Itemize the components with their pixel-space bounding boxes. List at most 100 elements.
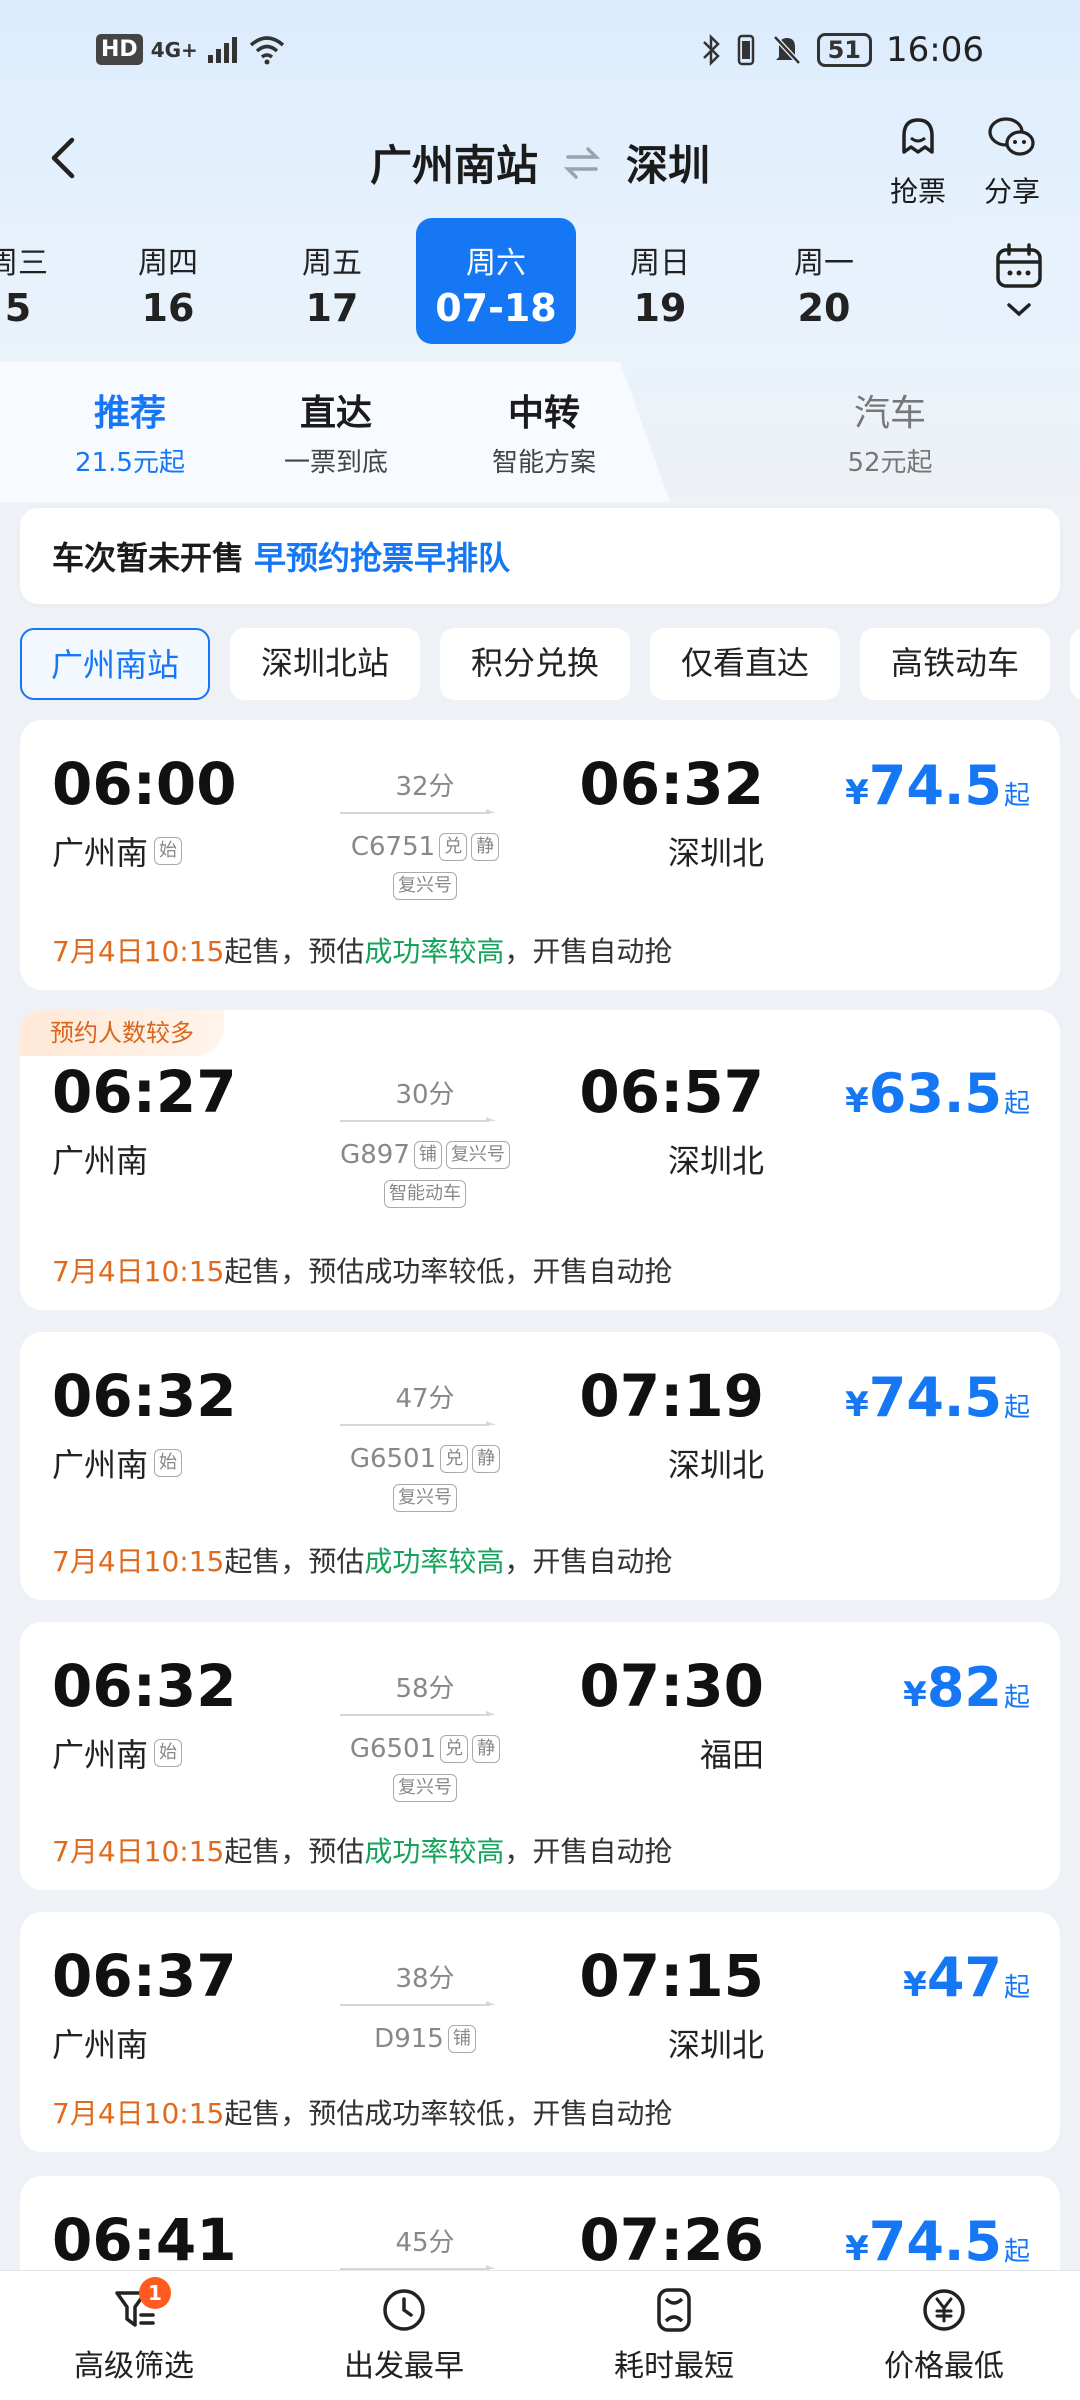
train-type-tag: 复兴号 [393, 1774, 457, 1802]
train-code: C6751 [350, 832, 436, 862]
tab-recommend[interactable]: 推荐 21.5元起 [40, 384, 220, 479]
category-tabs: 推荐 21.5元起 直达 一票到底 中转 智能方案 汽车 52元起 [0, 362, 1080, 502]
departure-time: 06:27 [52, 1058, 237, 1126]
clock-icon [383, 2289, 425, 2331]
price: ¥ 82 起 [903, 1656, 1030, 1719]
train-type-tag: 智能动车 [384, 1180, 466, 1208]
price-suffix: 起 [1003, 1683, 1030, 1713]
filter-count-badge: 1 [139, 2277, 171, 2309]
price: ¥ 63.5 起 [845, 1062, 1030, 1125]
arrival-time: 07:30 [579, 1652, 764, 1720]
advanced-filter-button[interactable]: 1 高级筛选 [34, 2277, 234, 2385]
presale-info: 7月4日10:15起售，预估成功率较低，开售自动抢 [52, 1250, 672, 1290]
price-currency: ¥ [845, 1081, 869, 1121]
calendar-button[interactable] [950, 218, 1080, 344]
direction-arrow-icon [340, 1421, 496, 1426]
train-type-row: 复兴号 [300, 1774, 550, 1802]
chip-guangzhou-south[interactable]: 广州南站 [20, 628, 210, 700]
price: ¥ 74.5 起 [845, 2210, 1030, 2273]
to-station[interactable]: 深圳 [626, 132, 710, 193]
sort-earliest-button[interactable]: 出发最早 [304, 2285, 504, 2385]
tab-title: 直达 [299, 393, 372, 434]
date-weekday: 周四 [138, 246, 198, 281]
train-tag: 铺 [447, 2025, 476, 2053]
success-rate: 成功率较低 [364, 1255, 505, 1288]
chip-direct-only[interactable]: 仅看直达 [650, 628, 840, 700]
share-button[interactable]: 分享 [972, 114, 1052, 210]
train-card[interactable]: 06:32 07:19 47分 广州南始深圳北 G6501 兑静复兴号 ¥ 74.5 起 … [20, 1332, 1060, 1600]
presale-time: 7月4日10:15 [52, 1545, 225, 1578]
tab-bus[interactable]: 汽车 52元起 [800, 384, 980, 479]
from-station[interactable]: 广州南站 [370, 132, 538, 193]
price-value: 74.5 [868, 754, 1002, 817]
train-code-row: G897 铺复兴号 [300, 1140, 550, 1170]
success-rate: 成功率较低 [364, 2097, 505, 2130]
date-item[interactable]: 周五 17 [252, 218, 412, 344]
train-type-row: 复兴号 [300, 872, 550, 900]
departure-station: 广州南 [52, 2026, 149, 2064]
departure-time: 06:32 [52, 1652, 237, 1720]
tab-direct[interactable]: 直达 一票到底 [246, 384, 426, 479]
train-tag: 兑 [440, 1735, 469, 1763]
departure-station: 广州南 [52, 834, 149, 872]
date-item[interactable]: 周日 19 [580, 218, 740, 344]
price-value: 74.5 [868, 1366, 1002, 1429]
chip-shenzhen-north[interactable]: 深圳北站 [230, 628, 420, 700]
vibrate-icon [737, 34, 754, 66]
date-day: 20 [797, 286, 851, 330]
chip-more[interactable] [1070, 628, 1080, 700]
sort-shortest-button[interactable]: 耗时最短 [574, 2285, 774, 2385]
duration: 58分 [395, 1674, 455, 1704]
date-item[interactable]: 周三 5 [0, 218, 98, 344]
date-item[interactable]: 周四 16 [88, 218, 248, 344]
network-type: 4G+ [150, 37, 198, 62]
departure-time: 06:00 [52, 750, 237, 818]
price-value: 82 [926, 1656, 1002, 1719]
train-code-row: D915 铺 [300, 2024, 550, 2054]
arrival-time: 07:15 [579, 1942, 764, 2010]
duration: 38分 [395, 1964, 455, 1994]
price-suffix: 起 [1003, 2237, 1030, 2267]
presale-time: 7月4日10:15 [52, 1835, 225, 1868]
train-card[interactable]: 预约人数较多 06:27 06:57 30分 广州南 深圳北 G897 铺复兴号 智能动车 ¥ … [20, 1010, 1060, 1310]
price-value: 63.5 [868, 1062, 1002, 1125]
presale-info: 7月4日10:15起售，预估成功率较高，开售自动抢 [52, 1540, 672, 1580]
train-type-tag: 复兴号 [393, 872, 457, 900]
tab-title: 中转 [507, 393, 580, 434]
presale-tail: ，开售自动抢 [504, 1255, 673, 1288]
train-tag: 兑 [440, 1445, 469, 1473]
train-card[interactable]: 06:00 06:32 32分 广州南始深圳北 C6751 兑静复兴号 ¥ 74.5 起 … [20, 720, 1060, 990]
presale-mid: 起售，预估 [224, 1545, 365, 1578]
bottom-label: 价格最低 [884, 2349, 1004, 2384]
presale-mid: 起售，预估 [224, 2097, 365, 2130]
chip-high-speed[interactable]: 高铁动车 [860, 628, 1050, 700]
train-card[interactable]: 06:32 07:30 58分 广州南始 福田 G6501 兑静复兴号 ¥ 82 起 7月4… [20, 1622, 1060, 1890]
quick-filter-chips: 广州南站 深圳北站 积分兑换 仅看直达 高铁动车 [20, 628, 1080, 702]
date-item-selected[interactable]: 周六 07-18 [416, 218, 576, 344]
price-currency: ¥ [845, 1385, 869, 1425]
origin-tag: 始 [154, 1739, 183, 1767]
hourglass-icon [657, 2288, 691, 2332]
chip-points-exchange[interactable]: 积分兑换 [440, 628, 630, 700]
hot-badge: 预约人数较多 [20, 1010, 224, 1056]
sort-cheapest-button[interactable]: 价格最低 [844, 2285, 1044, 2385]
train-tag: 静 [472, 1735, 501, 1763]
presale-mid: 起售，预估 [224, 1835, 365, 1868]
share-label: 分享 [983, 175, 1040, 208]
price: ¥ 47 起 [903, 1946, 1030, 2009]
tab-transfer[interactable]: 中转 智能方案 [454, 384, 634, 479]
presale-info: 7月4日10:15起售，预估成功率较高，开售自动抢 [52, 930, 672, 970]
duration: 32分 [395, 772, 455, 802]
yuan-icon [923, 2289, 965, 2331]
presale-notice[interactable]: 车次暂未开售 早预约抢票早排队 [20, 508, 1060, 604]
bottom-sort-bar: 1 高级筛选 出发最早 耗时最短 价格最低 [0, 2270, 1080, 2400]
arrival-station: 深圳北 [667, 1446, 764, 1484]
arrival-time: 06:32 [579, 750, 764, 818]
direction-arrow-icon [340, 1711, 496, 1716]
train-card[interactable]: 06:37 07:15 38分 广州南 深圳北 D915 铺 ¥ 47 起 7月4日10:1… [20, 1912, 1060, 2152]
date-item[interactable]: 周一 20 [744, 218, 904, 344]
grab-ticket-button[interactable]: 抢票 [878, 114, 958, 210]
swap-icon[interactable] [562, 145, 602, 181]
price-currency: ¥ [845, 2229, 869, 2269]
bottom-label: 高级筛选 [74, 2349, 194, 2384]
